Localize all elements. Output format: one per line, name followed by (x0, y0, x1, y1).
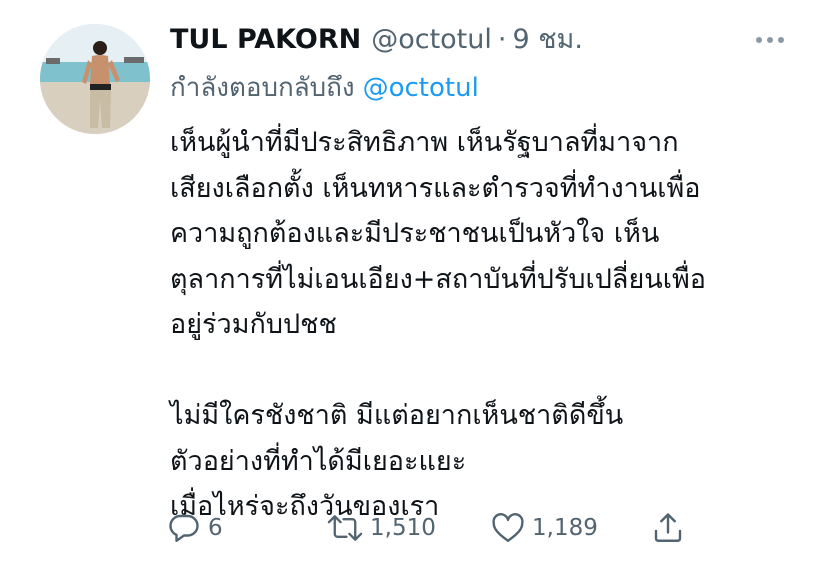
tweet-text-line: อยู่ร่วมกับปชช (170, 309, 337, 340)
more-button[interactable] (752, 22, 788, 58)
tweet-text-line: เสียงเลือกตั้ง เห็นทหารและตำรวจที่ทำงานเ… (170, 172, 701, 204)
tweet-text-line: ความถูกต้องและมีประชาชนเป็นหัวใจ เห็น (170, 218, 660, 249)
avatar[interactable] (40, 24, 150, 134)
replying-to-label: กำลังตอบกลับถึง (170, 73, 355, 103)
retweet-icon (327, 515, 363, 541)
reply-bubble-icon (169, 514, 199, 542)
tweet-time[interactable]: 9 ชม. (512, 20, 582, 60)
like-count: 1,189 (532, 515, 598, 541)
retweet-count: 1,510 (370, 515, 436, 541)
tweet-text: เห็นผู้นำที่มีประสิทธิภาพ เห็นรัฐบาลที่ม… (170, 120, 810, 530)
tweet-text-line: ตุลาการที่ไม่เอนเอียง+สถาบันที่ปรับเปลี่… (170, 263, 706, 295)
heart-icon (492, 513, 524, 542)
tweet-header: TUL PAKORN @octotul · 9 ชม. (170, 20, 583, 60)
separator-dot: · (497, 24, 507, 55)
tweet-text-line: ไม่มีใครชังชาติ มีแต่อยากเห็นชาติดีขึ้น (170, 400, 624, 431)
tweet-text-line: ตัวอย่างที่ทำได้มีเยอะแยะ (170, 445, 467, 477)
author-name[interactable]: TUL PAKORN (170, 20, 361, 60)
share-icon (654, 513, 682, 542)
avatar-photo (40, 24, 150, 134)
replying-to: กำลังตอบกลับถึง @octotul (170, 68, 479, 108)
reply-button[interactable]: 6 (166, 508, 223, 548)
like-button[interactable]: 1,189 (490, 508, 598, 548)
tweet-text-line: เห็นผู้นำที่มีประสิทธิภาพ เห็นรัฐบาลที่ม… (170, 127, 679, 158)
reply-count: 6 (208, 515, 223, 541)
more-dots-icon (756, 37, 784, 43)
reply-mention-link[interactable]: @octotul (363, 73, 479, 103)
retweet-button[interactable]: 1,510 (326, 508, 436, 548)
author-handle[interactable]: @octotul (371, 20, 492, 60)
share-button[interactable] (650, 508, 686, 548)
